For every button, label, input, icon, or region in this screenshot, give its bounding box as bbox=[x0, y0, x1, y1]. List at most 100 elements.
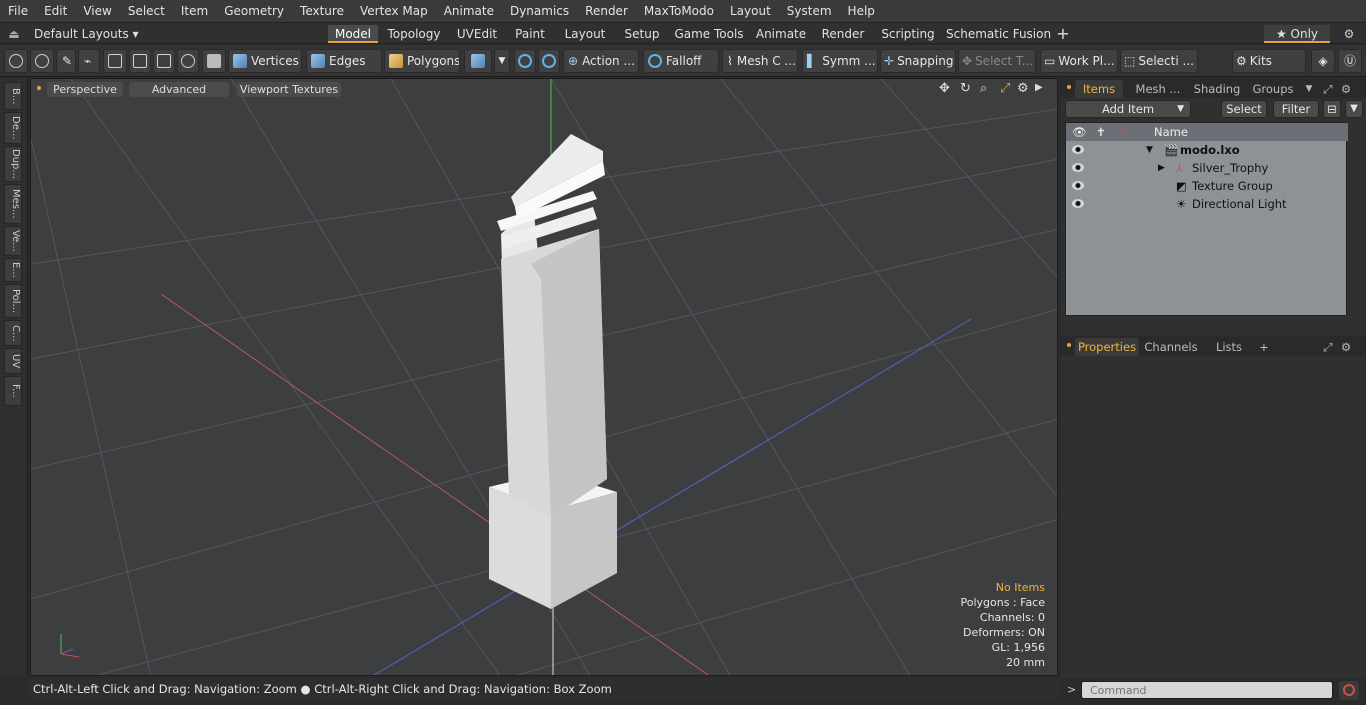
layout-collapse-icon[interactable]: ⏏ bbox=[6, 25, 22, 43]
tab-properties[interactable]: Properties bbox=[1075, 338, 1139, 356]
menu-animate[interactable]: Animate bbox=[436, 4, 502, 18]
maximize-icon[interactable]: ⤢ bbox=[1000, 81, 1010, 96]
tab-groups[interactable]: Groups bbox=[1245, 80, 1301, 98]
add-item-button[interactable]: Add Item ▼ bbox=[1065, 100, 1191, 118]
command-input[interactable] bbox=[1081, 681, 1333, 699]
tab-topology[interactable]: Topology bbox=[383, 25, 445, 43]
vertices-button[interactable]: Vertices bbox=[228, 49, 302, 73]
clock-icon[interactable] bbox=[177, 49, 199, 73]
tab-setup[interactable]: Setup bbox=[618, 25, 666, 43]
vtab-uv[interactable]: UV bbox=[4, 348, 22, 374]
select-mode-circle-icon[interactable] bbox=[4, 49, 28, 73]
visibility-eye-icon[interactable] bbox=[1072, 163, 1084, 172]
add-properties-tab-button[interactable]: + bbox=[1257, 338, 1271, 356]
brush-icon[interactable]: ⌁ bbox=[78, 49, 100, 73]
viewport-gear-icon[interactable]: ⚙ bbox=[1017, 81, 1029, 96]
select-button[interactable]: Select bbox=[1221, 100, 1267, 118]
kits-button[interactable]: ⚙ Kits bbox=[1232, 49, 1306, 73]
vtab-basic[interactable]: B... bbox=[4, 82, 22, 110]
tab-schematic-fusion[interactable]: Schematic Fusion bbox=[946, 25, 1051, 43]
zoom-icon[interactable]: ⌕ bbox=[980, 81, 987, 96]
falloff-button[interactable]: Falloff bbox=[643, 49, 719, 73]
menu-vertex-map[interactable]: Vertex Map bbox=[352, 4, 436, 18]
work-plane-button[interactable]: ▭ Work Pl... bbox=[1040, 49, 1118, 73]
expand-arrow-icon[interactable]: ▼ bbox=[1146, 141, 1153, 159]
chevron-down-icon[interactable]: ▼ bbox=[494, 49, 510, 73]
3d-viewport[interactable]: Perspective Advanced Viewport Textures ✥… bbox=[30, 78, 1058, 676]
pan-icon[interactable]: ✥ bbox=[939, 81, 950, 96]
rotate-icon[interactable]: ↻ bbox=[960, 81, 971, 96]
unity-icon[interactable]: ◈ bbox=[1311, 49, 1335, 73]
viewport-expand-icon[interactable]: ▶ bbox=[1035, 82, 1043, 93]
viewport-textures-dropdown[interactable]: Viewport Textures bbox=[237, 82, 341, 97]
vtab-mesh-edit[interactable]: Mes... bbox=[4, 184, 22, 224]
vtab-fusion[interactable]: F... bbox=[4, 376, 22, 406]
vtab-curve[interactable]: C... bbox=[4, 320, 22, 346]
tab-channels[interactable]: Channels bbox=[1143, 338, 1199, 356]
tab-shading[interactable]: Shading bbox=[1189, 80, 1245, 98]
layout-preset-dropdown[interactable]: Default Layouts ▾ bbox=[34, 25, 139, 43]
menu-maxtomodo[interactable]: MaxToModo bbox=[636, 4, 722, 18]
command-record-button[interactable] bbox=[1339, 681, 1359, 700]
menu-texture[interactable]: Texture bbox=[292, 4, 352, 18]
snap-cube-icon[interactable] bbox=[514, 49, 536, 73]
tab-paint[interactable]: Paint bbox=[508, 25, 552, 43]
select-through-button[interactable]: ✥ Select T... bbox=[958, 49, 1036, 73]
tab-mesh[interactable]: Mesh ... bbox=[1129, 80, 1187, 98]
action-center-button[interactable]: ⊕ Action ... bbox=[563, 49, 639, 73]
tab-render[interactable]: Render bbox=[816, 25, 870, 43]
tab-game-tools[interactable]: Game Tools bbox=[672, 25, 746, 43]
visibility-eye-icon[interactable] bbox=[1072, 199, 1084, 208]
vtab-duplicate[interactable]: Dup... bbox=[4, 146, 22, 182]
expand-arrow-icon[interactable]: ▶ bbox=[1158, 159, 1165, 177]
unreal-icon[interactable]: Ⓤ bbox=[1338, 49, 1362, 73]
tab-layout[interactable]: Layout bbox=[558, 25, 612, 43]
frame-icon[interactable] bbox=[153, 49, 175, 73]
material-mode-icon[interactable] bbox=[464, 49, 492, 73]
tab-model[interactable]: Model bbox=[328, 25, 378, 43]
only-toggle[interactable]: ★ Only bbox=[1264, 25, 1330, 43]
collapse-icon[interactable]: ⊟ bbox=[1323, 100, 1341, 118]
panel-gear-icon[interactable]: ⚙ bbox=[1339, 80, 1353, 98]
perspective-dropdown[interactable]: Perspective bbox=[47, 82, 123, 97]
list-item-modo-lxo[interactable]: ▼ 🎬 modo.lxo bbox=[1066, 141, 1348, 159]
tab-animate[interactable]: Animate bbox=[752, 25, 810, 43]
pen-icon[interactable]: ✎ bbox=[56, 49, 76, 73]
menu-select[interactable]: Select bbox=[120, 4, 173, 18]
mesh-constraint-button[interactable]: ⌇ Mesh C ... bbox=[722, 49, 798, 73]
vtab-vertex[interactable]: Ve... bbox=[4, 226, 22, 256]
item-mode-icon[interactable] bbox=[202, 49, 226, 73]
sphere-icon[interactable] bbox=[538, 49, 560, 73]
add-tab-button[interactable]: + bbox=[1054, 25, 1072, 43]
visibility-eye-icon[interactable] bbox=[1072, 145, 1084, 154]
selection-sets-button[interactable]: ⬚ Selecti ... bbox=[1120, 49, 1198, 73]
shading-dropdown[interactable]: Advanced bbox=[129, 82, 229, 97]
gear-icon[interactable]: ⚙ bbox=[1340, 25, 1358, 43]
properties-expand-icon[interactable]: ⤢ bbox=[1321, 338, 1335, 356]
transform-icon[interactable] bbox=[129, 49, 151, 73]
polygons-button[interactable]: Polygons bbox=[384, 49, 460, 73]
visibility-eye-icon[interactable] bbox=[1072, 181, 1084, 190]
menu-item[interactable]: Item bbox=[173, 4, 216, 18]
list-item-directional-light[interactable]: ☀ Directional Light bbox=[1066, 195, 1348, 213]
edges-button[interactable]: Edges bbox=[306, 49, 382, 73]
menu-dynamics[interactable]: Dynamics bbox=[502, 4, 577, 18]
menu-geometry[interactable]: Geometry bbox=[216, 4, 292, 18]
name-column-header[interactable]: Name bbox=[1154, 123, 1188, 141]
snapping-button[interactable]: ✛ Snapping bbox=[880, 49, 956, 73]
menu-view[interactable]: View bbox=[75, 4, 119, 18]
tab-lists[interactable]: Lists bbox=[1205, 338, 1253, 356]
tab-scripting[interactable]: Scripting bbox=[876, 25, 940, 43]
menu-render[interactable]: Render bbox=[577, 4, 636, 18]
tab-uvedit[interactable]: UVEdit bbox=[452, 25, 502, 43]
funnel-icon[interactable]: ▼ bbox=[1345, 100, 1363, 118]
globe-icon[interactable] bbox=[30, 49, 54, 73]
menu-file[interactable]: File bbox=[0, 4, 36, 18]
vtab-edge[interactable]: E... bbox=[4, 258, 22, 282]
list-item-silver-trophy[interactable]: ▶ ⅄ Silver_Trophy bbox=[1066, 159, 1348, 177]
vtab-polygon[interactable]: Pol... bbox=[4, 284, 22, 318]
filter-button[interactable]: Filter bbox=[1273, 100, 1319, 118]
menu-layout[interactable]: Layout bbox=[722, 4, 779, 18]
panel-expand-icon[interactable]: ⤢ bbox=[1321, 80, 1335, 98]
menu-help[interactable]: Help bbox=[840, 4, 883, 18]
